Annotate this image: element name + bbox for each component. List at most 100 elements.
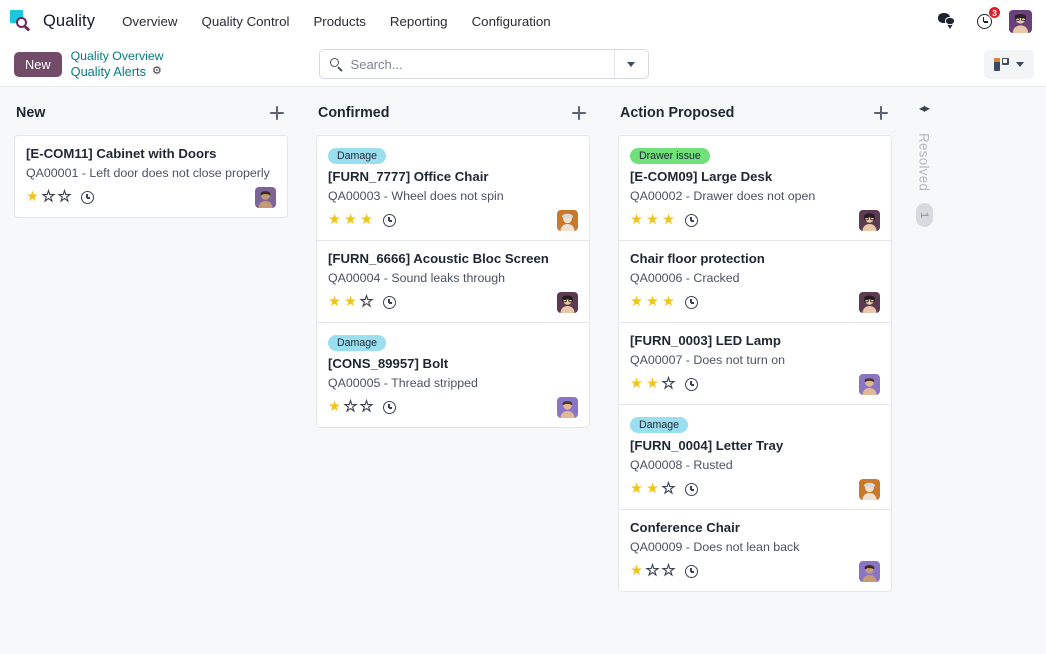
new-button[interactable]: New [14, 52, 62, 77]
menu-item-overview[interactable]: Overview [111, 9, 188, 34]
activities-count-badge: 3 [988, 6, 1001, 19]
kanban-card[interactable]: [FURN_6666] Acoustic Bloc Screen QA00004… [317, 241, 589, 323]
star-icon[interactable]: ★ [630, 295, 643, 310]
priority-stars[interactable]: ★ ★ ★ [630, 482, 675, 497]
assignee-avatar[interactable] [255, 187, 276, 208]
avatar[interactable] [1009, 10, 1032, 33]
tag-badge[interactable]: Damage [630, 417, 688, 433]
star-icon[interactable]: ★ [662, 564, 675, 579]
star-icon[interactable]: ★ [42, 190, 55, 205]
priority-stars[interactable]: ★ ★ ★ [26, 190, 71, 205]
gear-icon[interactable]: ⚙ [152, 66, 163, 77]
menu-item-configuration[interactable]: Configuration [461, 9, 562, 34]
assignee-avatar[interactable] [557, 292, 578, 313]
tag-badge[interactable]: Damage [328, 148, 386, 164]
star-icon[interactable]: ★ [662, 213, 675, 228]
star-icon[interactable]: ★ [646, 377, 659, 392]
star-icon[interactable]: ★ [662, 482, 675, 497]
star-icon[interactable]: ★ [646, 482, 659, 497]
star-icon[interactable]: ★ [344, 295, 357, 310]
star-icon[interactable]: ★ [58, 190, 71, 205]
star-icon[interactable]: ★ [630, 377, 643, 392]
assignee-avatar[interactable] [859, 374, 880, 395]
kanban-card[interactable]: Chair floor protection QA00006 - Cracked… [619, 241, 891, 323]
card-title: [E-COM09] Large Desk [630, 169, 880, 186]
star-icon[interactable]: ★ [360, 213, 373, 228]
priority-stars[interactable]: ★ ★ ★ [630, 295, 675, 310]
search-input[interactable] [351, 57, 614, 72]
star-icon[interactable]: ★ [344, 213, 357, 228]
star-icon[interactable]: ★ [344, 400, 357, 415]
plus-icon[interactable] [268, 104, 286, 122]
tag-badge[interactable]: Damage [328, 335, 386, 351]
plus-icon[interactable] [570, 104, 588, 122]
activities-clock-icon[interactable]: 3 [973, 10, 995, 32]
column-title: Resolved [917, 133, 932, 191]
breadcrumb-parent[interactable]: Quality Overview [71, 49, 164, 64]
plus-icon[interactable] [872, 104, 890, 122]
kanban-card[interactable]: [E-COM11] Cabinet with Doors QA00001 - L… [14, 135, 288, 218]
assignee-avatar[interactable] [859, 292, 880, 313]
star-icon[interactable]: ★ [646, 213, 659, 228]
card-stack: Drawer issue [E-COM09] Large Desk QA0000… [618, 135, 892, 592]
clock-icon[interactable] [685, 214, 698, 227]
star-icon[interactable]: ★ [630, 213, 643, 228]
card-subtitle: QA00001 - Left door does not close prope… [26, 165, 276, 181]
assignee-avatar[interactable] [859, 561, 880, 582]
priority-stars[interactable]: ★ ★ ★ [328, 295, 373, 310]
assignee-avatar[interactable] [859, 210, 880, 231]
kanban-card[interactable]: [FURN_0003] LED Lamp QA00007 - Does not … [619, 323, 891, 405]
kanban-board: New [E-COM11] Cabinet with Doors QA00001… [0, 87, 1046, 654]
priority-stars[interactable]: ★ ★ ★ [328, 400, 373, 415]
expand-horizontal-icon[interactable]: ◂▸ [919, 101, 929, 115]
priority-stars[interactable]: ★ ★ ★ [328, 213, 373, 228]
menu-item-reporting[interactable]: Reporting [379, 9, 459, 34]
kanban-card[interactable]: Damage [FURN_7777] Office Chair QA00003 … [317, 136, 589, 241]
star-icon[interactable]: ★ [360, 295, 373, 310]
menu-item-products[interactable]: Products [302, 9, 376, 34]
assignee-avatar[interactable] [557, 210, 578, 231]
star-icon[interactable]: ★ [328, 213, 341, 228]
clock-icon[interactable] [81, 191, 94, 204]
priority-stars[interactable]: ★ ★ ★ [630, 377, 675, 392]
clock-icon[interactable] [383, 296, 396, 309]
kanban-card[interactable]: Drawer issue [E-COM09] Large Desk QA0000… [619, 136, 891, 241]
star-icon[interactable]: ★ [630, 482, 643, 497]
star-icon[interactable]: ★ [328, 295, 341, 310]
star-icon[interactable]: ★ [360, 400, 373, 415]
tag-badge[interactable]: Drawer issue [630, 148, 710, 164]
star-icon[interactable]: ★ [646, 295, 659, 310]
clock-icon[interactable] [685, 296, 698, 309]
assignee-avatar[interactable] [557, 397, 578, 418]
kanban-column-resolved-collapsed[interactable]: ◂▸ Resolved 1 [906, 87, 942, 227]
view-switcher-kanban[interactable] [984, 50, 1034, 79]
card-subtitle: QA00002 - Drawer does not open [630, 188, 880, 204]
column-header: Action Proposed [618, 87, 892, 125]
kanban-card[interactable]: Damage [CONS_89957] Bolt QA00005 - Threa… [317, 323, 589, 427]
star-icon[interactable]: ★ [26, 190, 39, 205]
clock-icon[interactable] [685, 483, 698, 496]
chat-bubbles-icon[interactable] [937, 10, 959, 32]
kanban-card[interactable]: Damage [FURN_0004] Letter Tray QA00008 -… [619, 405, 891, 510]
star-icon[interactable]: ★ [630, 564, 643, 579]
star-icon[interactable]: ★ [662, 377, 675, 392]
clock-icon[interactable] [685, 565, 698, 578]
star-icon[interactable]: ★ [662, 295, 675, 310]
clock-icon[interactable] [685, 378, 698, 391]
star-icon[interactable]: ★ [328, 400, 341, 415]
systray: 3 [937, 10, 1034, 33]
clock-icon[interactable] [383, 214, 396, 227]
star-icon[interactable]: ★ [646, 564, 659, 579]
priority-stars[interactable]: ★ ★ ★ [630, 564, 675, 579]
clock-icon[interactable] [383, 401, 396, 414]
column-header: Confirmed [316, 87, 590, 125]
priority-stars[interactable]: ★ ★ ★ [630, 213, 675, 228]
top-navbar: Quality Overview Quality Control Product… [0, 0, 1046, 42]
search-dropdown-toggle[interactable] [614, 50, 648, 78]
menu-item-quality-control[interactable]: Quality Control [190, 9, 300, 34]
card-title: Conference Chair [630, 520, 880, 537]
app-brand[interactable]: Quality [8, 9, 95, 33]
card-title: Chair floor protection [630, 251, 880, 268]
kanban-card[interactable]: Conference Chair QA00009 - Does not lean… [619, 510, 891, 591]
assignee-avatar[interactable] [859, 479, 880, 500]
